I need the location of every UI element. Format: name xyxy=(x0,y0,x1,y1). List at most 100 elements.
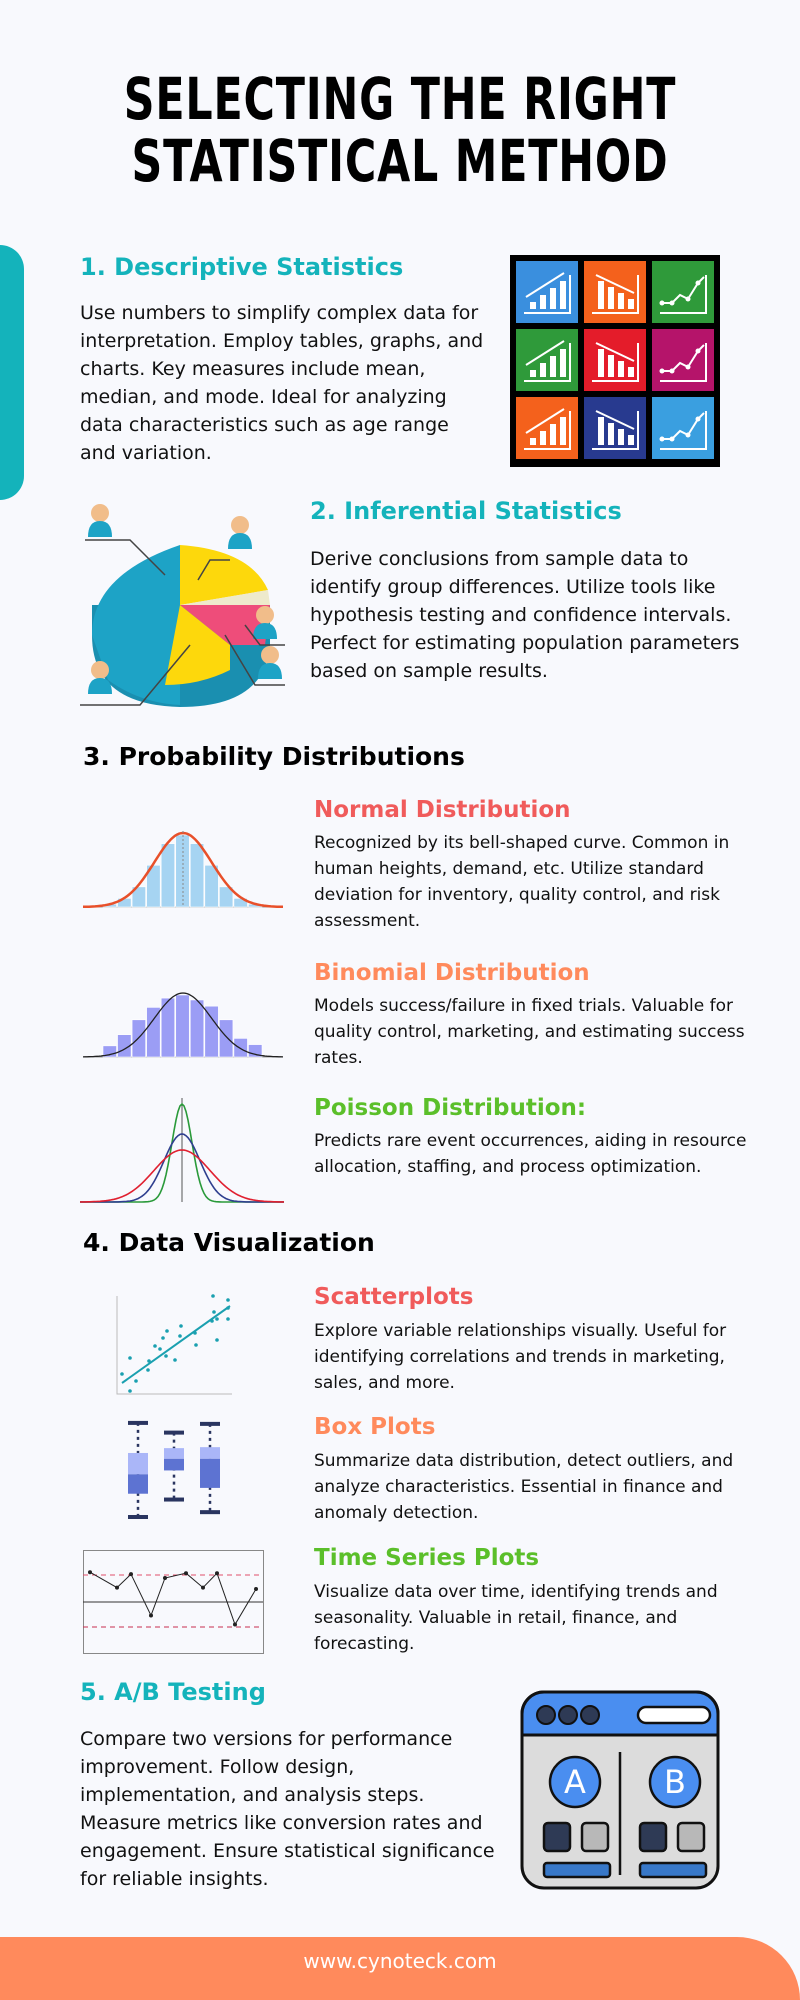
scatter-point xyxy=(158,1347,162,1351)
box-plots-illustration xyxy=(128,1420,220,1519)
window-dot-icon xyxy=(558,1705,578,1725)
scatter-point xyxy=(215,1338,219,1342)
chart-tile-icon xyxy=(516,397,578,459)
tile-bar xyxy=(618,429,624,445)
scatter-point xyxy=(128,1389,132,1393)
section-heading-ab-testing: 5. A/B Testing xyxy=(80,1678,266,1706)
scatter-point xyxy=(211,1294,215,1298)
trend-line xyxy=(121,1305,231,1384)
decorative-side-tab xyxy=(0,245,24,500)
hist-bar xyxy=(160,843,176,908)
hist-bar xyxy=(204,1005,219,1058)
block-light xyxy=(676,1821,706,1853)
scatter-point xyxy=(153,1344,157,1348)
person-body xyxy=(228,533,252,549)
scatter-point xyxy=(226,1298,230,1302)
tile-bar xyxy=(618,293,624,309)
chart-tile-icon xyxy=(516,261,578,323)
tile-bar xyxy=(530,370,536,377)
series-point xyxy=(184,1571,188,1576)
tile-bar xyxy=(560,281,566,309)
tile-bar xyxy=(550,356,556,377)
tile-bar xyxy=(598,417,604,445)
series-point xyxy=(233,1622,237,1627)
box-upper xyxy=(200,1447,220,1459)
box-cap-top xyxy=(128,1420,148,1425)
button-bar-a xyxy=(542,1861,612,1879)
tile-point xyxy=(659,368,665,374)
hist-bar xyxy=(219,1019,234,1058)
section-heading-descriptive: 1. Descriptive Statistics xyxy=(80,253,404,281)
tile-bar xyxy=(628,299,634,309)
tile-bar xyxy=(550,424,556,445)
chart-tile-icon xyxy=(652,261,714,323)
tile-bar xyxy=(608,355,614,377)
chart-icons-grid xyxy=(510,255,720,467)
box-cap-bottom xyxy=(128,1515,148,1519)
box-lower xyxy=(200,1458,220,1488)
normal-distribution-body: Recognized by its bell-shaped curve. Com… xyxy=(314,833,730,931)
tile-point xyxy=(685,432,691,438)
tile-bar xyxy=(628,367,634,377)
tile-point xyxy=(669,368,675,374)
binomial-distribution-illustration xyxy=(82,992,284,1058)
person-icon xyxy=(228,516,252,549)
scatterplots-title: Scatterplots xyxy=(314,1284,474,1310)
box-lower xyxy=(128,1474,148,1494)
series-line xyxy=(89,1571,257,1626)
box-cap-top xyxy=(200,1421,220,1426)
tile-bar xyxy=(540,295,546,309)
chart-tile-icon xyxy=(652,397,714,459)
tile-bar xyxy=(628,435,634,445)
poisson-distribution-body: Predicts rare event occurrences, aiding … xyxy=(314,1131,747,1177)
window-dot-icon xyxy=(536,1705,556,1725)
box-plots-body: Summarize data distribution, detect outl… xyxy=(314,1451,734,1523)
footer-website-link[interactable]: www.cynoteck.com xyxy=(0,1949,800,1973)
person-head xyxy=(231,516,249,534)
hist-bar xyxy=(146,1007,161,1058)
tile-bar xyxy=(598,349,604,377)
section-heading-visualization: 4. Data Visualization xyxy=(83,1228,375,1257)
hist-bar xyxy=(189,843,205,908)
tile-bar xyxy=(530,438,536,445)
scatter-point xyxy=(128,1356,132,1360)
tile-point xyxy=(669,436,675,442)
scatter-point xyxy=(215,1317,219,1321)
time-series-title: Time Series Plots xyxy=(314,1545,540,1571)
tile-point xyxy=(685,296,691,302)
section-body-inferential: Derive conclusions from sample data to i… xyxy=(310,548,740,682)
chart-tile-icon xyxy=(584,329,646,391)
tile-bar xyxy=(560,349,566,377)
block-light xyxy=(580,1821,610,1853)
block-dark xyxy=(542,1821,572,1853)
scatterplot-illustration xyxy=(116,1294,232,1395)
title-line-2: STATISTICAL METHOD xyxy=(131,127,669,195)
binomial-distribution-body: Models success/failure in fixed trials. … xyxy=(314,996,745,1068)
ab-test-browser-icon: A B xyxy=(520,1690,720,1890)
series-point xyxy=(149,1613,153,1618)
scatter-point xyxy=(134,1379,138,1383)
box-cap-top xyxy=(164,1430,184,1435)
page-title: SELECTING THE RIGHT STATISTICAL METHOD xyxy=(72,68,728,192)
section-heading-inferential: 2. Inferential Statistics xyxy=(310,497,622,525)
title-line-1: SELECTING THE RIGHT xyxy=(123,65,677,133)
time-series-illustration xyxy=(83,1550,264,1654)
chart-tile-icon xyxy=(652,329,714,391)
section-body-ab-testing: Compare two versions for performance imp… xyxy=(80,1728,495,1890)
block-dark xyxy=(638,1821,668,1853)
series-point xyxy=(115,1585,119,1590)
series-point xyxy=(201,1585,205,1590)
poisson-distribution-title: Poisson Distribution: xyxy=(314,1095,587,1121)
series-point xyxy=(129,1572,133,1577)
footer-bar: www.cynoteck.com xyxy=(0,1937,800,2000)
tile-point xyxy=(659,436,665,442)
time-series-body: Visualize data over time, identifying tr… xyxy=(314,1582,718,1654)
chart-tile-icon xyxy=(584,261,646,323)
person-head xyxy=(256,606,274,624)
section-heading-probability: 3. Probability Distributions xyxy=(83,742,465,771)
chart-tile-icon xyxy=(584,397,646,459)
tile-bar xyxy=(618,361,624,377)
poisson-distribution-illustration xyxy=(80,1098,284,1203)
normal-distribution-title: Normal Distribution xyxy=(314,797,571,823)
pie-chart-people-illustration xyxy=(80,504,285,707)
